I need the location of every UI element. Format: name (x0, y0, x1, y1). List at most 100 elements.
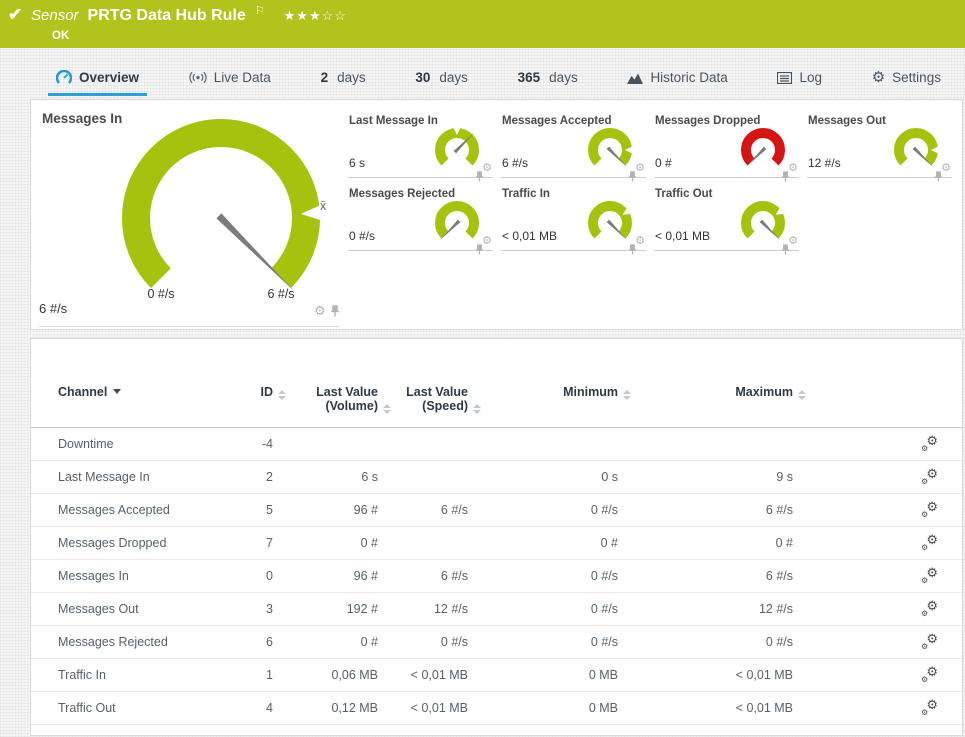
channel-id: 4 (218, 701, 273, 715)
minimum-value: 0 s (468, 470, 618, 484)
tab-2-days[interactable]: 2 days (313, 61, 374, 96)
column-header-minimum[interactable]: Minimum (468, 385, 618, 400)
empty-cell (807, 185, 952, 251)
mini-gauges-grid: Last Message In 6 s ⚙ Messages Accepted … (348, 112, 952, 251)
channel-id: 5 (218, 503, 273, 517)
last-value-volume: 0,12 MB (273, 701, 378, 715)
sensor-status-bar: ✔ Sensor PRTG Data Hub Rule ⚐ ★★★☆☆ OK (0, 0, 965, 48)
channel-name: Last Message In (58, 470, 218, 484)
gauge-chart (888, 120, 944, 176)
column-header-last-value-speed[interactable]: Last Value (Speed) (378, 385, 468, 414)
channel-id: 3 (218, 602, 273, 616)
log-icon (777, 72, 792, 84)
column-header-last-value-volume[interactable]: Last Value (Volume) (273, 385, 378, 414)
minimum-value: 0 #/s (468, 602, 618, 616)
last-value-volume: 192 # (273, 602, 378, 616)
last-value-volume: 0 # (273, 536, 378, 550)
main-gauge-min-label: 0 #/s (147, 287, 174, 301)
channel-name: Messages Accepted (58, 503, 218, 517)
table-row: Traffic In 1 0,06 MB < 0,01 MB 0 MB < 0,… (31, 659, 962, 692)
channel-settings-icon[interactable]: ⚙⚙ (921, 536, 938, 551)
column-header-maximum[interactable]: Maximum (618, 385, 793, 400)
sort-icon[interactable] (798, 390, 806, 400)
mini-gauge-messages-rejected[interactable]: Messages Rejected 0 #/s ⚙ (348, 185, 493, 251)
channel-settings-icon[interactable]: ⚙⚙ (921, 668, 938, 683)
channel-settings-icon[interactable]: ⚙⚙ (921, 701, 938, 716)
last-value-volume: 96 # (273, 503, 378, 517)
last-value-speed: 6 #/s (378, 569, 468, 583)
tab-overview[interactable]: Overview (48, 61, 147, 96)
minimum-value: 0 # (468, 536, 618, 550)
check-icon: ✔ (8, 5, 22, 25)
channel-table-header: Channel ID Last Value (Volume) Last Valu… (31, 339, 962, 428)
channel-settings-icon[interactable]: ⚙⚙ (921, 602, 938, 617)
pin-icon[interactable] (330, 305, 340, 317)
channel-name: Messages In (58, 569, 218, 583)
maximum-value: 12 #/s (618, 602, 793, 616)
table-row: Messages In 0 96 # 6 #/s 0 #/s 6 #/s ⚙⚙ (31, 560, 962, 593)
last-value-speed: < 0,01 MB (378, 668, 468, 682)
tab-log[interactable]: Log (769, 61, 830, 96)
channel-name: Traffic In (58, 668, 218, 682)
last-value-speed: 6 #/s (378, 503, 468, 517)
table-row: Messages Dropped 7 0 # 0 # 0 # ⚙⚙ (31, 527, 962, 560)
gauge-chart (735, 120, 791, 176)
tab-30-days[interactable]: 30 days (407, 61, 476, 96)
gauge-chart (582, 193, 638, 249)
channel-name: Messages Rejected (58, 635, 218, 649)
maximum-value: 0 #/s (618, 635, 793, 649)
gauge-icon (56, 70, 72, 86)
channel-settings-icon[interactable]: ⚙⚙ (921, 437, 938, 452)
channel-id: 2 (218, 470, 273, 484)
mini-gauge-messages-accepted[interactable]: Messages Accepted 6 #/s ⚙ (501, 112, 646, 178)
flag-icon[interactable]: ⚐ (255, 4, 265, 17)
mini-gauge-messages-dropped[interactable]: Messages Dropped 0 # ⚙ (654, 112, 799, 178)
last-value-volume: 6 s (273, 470, 378, 484)
gauge-settings-icon[interactable]: ⚙ (314, 304, 326, 317)
minimum-value: 0 #/s (468, 569, 618, 583)
pin-icon[interactable] (934, 171, 943, 182)
table-row: Downtime -4 ⚙⚙ (31, 428, 962, 461)
tab-historic-data[interactable]: Historic Data (619, 61, 735, 96)
mini-gauge-messages-out[interactable]: Messages Out 12 #/s ⚙ (807, 112, 952, 178)
last-value-speed: 12 #/s (378, 602, 468, 616)
mini-gauge-last-message-in[interactable]: Last Message In 6 s ⚙ (348, 112, 493, 178)
table-row: Messages Rejected 6 0 # 0 #/s 0 #/s 0 #/… (31, 626, 962, 659)
channel-settings-icon[interactable]: ⚙⚙ (921, 470, 938, 485)
pin-icon[interactable] (628, 244, 637, 255)
average-marker-label: x̄ (320, 199, 326, 213)
channel-id: 7 (218, 536, 273, 550)
object-type-label: Sensor (31, 7, 79, 24)
channel-name: Traffic Out (58, 701, 218, 715)
column-header-id[interactable]: ID (218, 385, 273, 400)
channel-settings-icon[interactable]: ⚙⚙ (921, 635, 938, 650)
channel-name: Downtime (58, 437, 218, 451)
channel-id: 1 (218, 668, 273, 682)
pin-icon[interactable] (475, 171, 484, 182)
live-data-icon (189, 71, 207, 84)
channel-table-body: Downtime -4 ⚙⚙ Last Message In 2 6 s 0 s… (31, 428, 962, 725)
tab-live-data[interactable]: Live Data (181, 61, 279, 96)
channel-settings-icon[interactable]: ⚙⚙ (921, 503, 938, 518)
channel-table-panel: Channel ID Last Value (Volume) Last Valu… (30, 338, 963, 736)
channel-name: Messages Out (58, 602, 218, 616)
pin-icon[interactable] (628, 171, 637, 182)
priority-stars[interactable]: ★★★☆☆ (284, 8, 347, 24)
pin-icon[interactable] (781, 244, 790, 255)
sort-icon[interactable] (473, 404, 481, 414)
tab-settings[interactable]: ⚙ Settings (864, 61, 949, 96)
column-header-channel[interactable]: Channel (58, 385, 218, 399)
tab-365-days[interactable]: 365 days (510, 61, 586, 96)
status-badge: OK (52, 30, 69, 42)
mini-gauge-traffic-in[interactable]: Traffic In < 0,01 MB ⚙ (501, 185, 646, 251)
mini-gauge-traffic-out[interactable]: Traffic Out < 0,01 MB ⚙ (654, 185, 799, 251)
minimum-value: 0 MB (468, 701, 618, 715)
pin-icon[interactable] (475, 244, 484, 255)
divider (39, 326, 339, 327)
gear-icon: ⚙ (872, 70, 885, 85)
channel-settings-icon[interactable]: ⚙⚙ (921, 569, 938, 584)
table-row: Last Message In 2 6 s 0 s 9 s ⚙⚙ (31, 461, 962, 494)
gauge-chart (735, 193, 791, 249)
pin-icon[interactable] (781, 171, 790, 182)
last-value-speed: 0 #/s (378, 635, 468, 649)
